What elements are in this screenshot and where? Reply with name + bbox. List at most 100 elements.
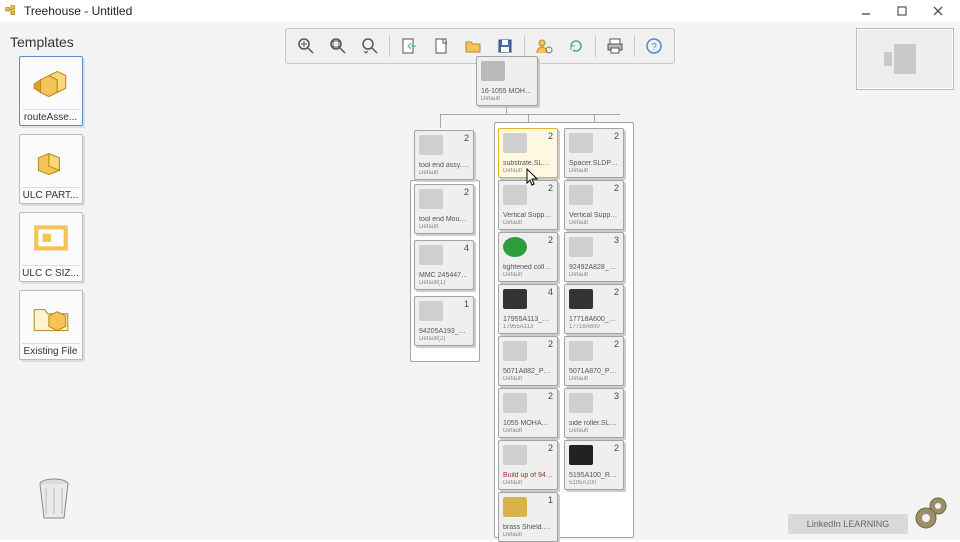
node-part[interactable]: 2 Spacer.SLDPRTDefault bbox=[564, 128, 624, 178]
part-icon bbox=[30, 141, 72, 183]
node-part[interactable]: 2 tool end Mount.SLDPRTDefault bbox=[414, 184, 474, 234]
thumb-icon bbox=[419, 245, 443, 265]
node-part[interactable]: 2 17718A600_ADJUSTABLE FRICTION HINGES..… bbox=[564, 284, 624, 334]
node-name: 94205A193_TIGHT TOLERANCE SOCKET bbox=[419, 328, 469, 336]
node-name: MMC 2454478.SLDPRT bbox=[419, 272, 469, 280]
template-ulc-csize[interactable]: ULC C SIZ... bbox=[19, 212, 83, 282]
thumb-icon bbox=[503, 445, 527, 465]
template-ulc-part[interactable]: ULC PART... bbox=[19, 134, 83, 204]
settings-gear-icon[interactable] bbox=[912, 492, 952, 532]
thumb-icon bbox=[503, 393, 527, 413]
node-config: Default bbox=[419, 170, 469, 177]
node-part[interactable]: 4 17955A113_NARROW PROFILE SCREW M...179… bbox=[498, 284, 558, 334]
node-part[interactable]: 3 side roller.SLDPRTDefault bbox=[564, 388, 624, 438]
node-part[interactable]: 2 substrate.SLDPRTDefault bbox=[498, 128, 558, 178]
node-name: 17718A600_ADJUSTABLE FRICTION HINGES... bbox=[569, 316, 619, 324]
thumb-icon bbox=[503, 237, 527, 257]
thumb-icon bbox=[569, 289, 593, 309]
thumb-icon bbox=[419, 189, 443, 209]
node-config: Default bbox=[569, 376, 619, 383]
node-name: side roller.SLDPRT bbox=[569, 420, 619, 428]
thumb-icon bbox=[569, 185, 593, 205]
node-config: Default bbox=[569, 220, 619, 227]
node-config: Default bbox=[503, 168, 553, 175]
node-name: Spacer.SLDPRT bbox=[569, 160, 619, 168]
node-part[interactable]: 2 5195A100_RECTANGULAR LOAD-RATED N...51… bbox=[564, 440, 624, 490]
node-name: 16-1055 MOHAWK ASSY.sldasm bbox=[481, 88, 533, 96]
node-qty: 3 bbox=[614, 235, 619, 245]
node-name: 17955A113_NARROW PROFILE SCREW M... bbox=[503, 316, 553, 324]
node-part[interactable]: 1 94205A193_TIGHT TOLERANCE SOCKETDefaul… bbox=[414, 296, 474, 346]
template-existing-file[interactable]: Existing File bbox=[19, 290, 83, 360]
thumb-icon bbox=[419, 135, 443, 155]
node-name: 5195A100_RECTANGULAR LOAD-RATED N... bbox=[569, 472, 619, 480]
node-name: 92492A828_TYPE 18-8 SS LOW PROFILE SO... bbox=[569, 264, 619, 272]
node-qty: 2 bbox=[548, 339, 553, 349]
trash-bin[interactable] bbox=[34, 476, 74, 524]
node-qty: 2 bbox=[614, 183, 619, 193]
node-part[interactable]: 4 MMC 2454478.SLDPRTDefault(1) bbox=[414, 240, 474, 290]
thumb-icon bbox=[569, 393, 593, 413]
node-name: tool end Mount.SLDPRT bbox=[419, 216, 469, 224]
node-qty: 1 bbox=[548, 495, 553, 505]
node-config: Default bbox=[503, 428, 553, 435]
tree-canvas[interactable]: 16-1055 MOHAWK ASSY.sldasmDefault 2 tool… bbox=[100, 22, 960, 540]
node-qty: 3 bbox=[614, 391, 619, 401]
template-label: ULC PART... bbox=[22, 187, 80, 201]
thumb-icon bbox=[503, 289, 527, 309]
node-qty: 1 bbox=[464, 299, 469, 309]
node-config: Default bbox=[569, 272, 619, 279]
node-part[interactable]: 2 5071A870_PULL ACTION TOGGLE CL...Defau… bbox=[564, 336, 624, 386]
node-qty: 2 bbox=[614, 131, 619, 141]
node-qty: 2 bbox=[548, 235, 553, 245]
node-qty: 2 bbox=[548, 183, 553, 193]
thumb-icon bbox=[569, 341, 593, 361]
node-subassembly[interactable]: 2 tool end assy.SLDASMDefault bbox=[414, 130, 474, 180]
templates-sidebar: Templates routeAsse... ULC PART... ULC C… bbox=[8, 30, 93, 532]
node-config: 5195A100 bbox=[569, 480, 619, 487]
thumb-icon bbox=[503, 497, 527, 517]
thumb-icon bbox=[569, 237, 593, 257]
template-label: Existing File bbox=[22, 343, 80, 357]
node-name: tightened collar.SLDPRT bbox=[503, 264, 553, 272]
window-close-button[interactable] bbox=[920, 1, 956, 21]
thumb-icon bbox=[569, 445, 593, 465]
node-qty: 4 bbox=[464, 243, 469, 253]
node-qty: 2 bbox=[464, 133, 469, 143]
node-qty: 2 bbox=[614, 443, 619, 453]
node-qty: 2 bbox=[614, 287, 619, 297]
thumb-icon bbox=[569, 133, 593, 153]
thumb-icon bbox=[419, 301, 443, 321]
node-root-assembly[interactable]: 16-1055 MOHAWK ASSY.sldasmDefault bbox=[476, 56, 538, 106]
window-maximize-button[interactable] bbox=[884, 1, 920, 21]
node-qty: 2 bbox=[548, 443, 553, 453]
thumb-icon bbox=[503, 341, 527, 361]
node-part[interactable]: 2 1055 MOHAWK ROLLER.SLDPRTDefault bbox=[498, 388, 558, 438]
assembly-icon bbox=[30, 63, 72, 105]
templates-title: Templates bbox=[10, 34, 91, 50]
folder-part-icon bbox=[30, 297, 72, 339]
node-part[interactable]: 2 5071A882_PULL ACTION TOGGLE CL...Defau… bbox=[498, 336, 558, 386]
node-part[interactable]: 2 Vertical Support Left.SLDPRTDefault bbox=[498, 180, 558, 230]
node-config: Default bbox=[503, 480, 553, 487]
node-qty: 2 bbox=[614, 339, 619, 349]
node-part[interactable]: 2 Vertical Support right.SLDPRTDefault bbox=[564, 180, 624, 230]
thumb-icon bbox=[503, 133, 527, 153]
template-routeassembly[interactable]: routeAsse... bbox=[19, 56, 83, 126]
node-part[interactable]: 3 92492A828_TYPE 18-8 SS LOW PROFILE SO.… bbox=[564, 232, 624, 282]
drawing-icon bbox=[30, 219, 72, 261]
node-qty: 2 bbox=[548, 131, 553, 141]
node-part[interactable]: 1 brass Shield.SLDPRTDefault bbox=[498, 492, 558, 542]
node-part[interactable]: 2 tightened collar.SLDPRTDefault bbox=[498, 232, 558, 282]
node-part[interactable]: 2 Build up of 94748A637_HIGH PR...Defaul… bbox=[498, 440, 558, 490]
window-minimize-button[interactable] bbox=[848, 1, 884, 21]
node-config: Default bbox=[503, 532, 553, 539]
node-name: Vertical Support right.SLDPRT bbox=[569, 212, 619, 220]
node-config: Default bbox=[419, 224, 469, 231]
window-title: Treehouse - Untitled bbox=[24, 4, 132, 18]
node-config: Default bbox=[569, 168, 619, 175]
node-name: Build up of 94748A637_HIGH PR... bbox=[503, 472, 553, 480]
node-config: Default(2) bbox=[419, 336, 469, 343]
node-config: Default bbox=[481, 96, 533, 103]
node-name: tool end assy.SLDASM bbox=[419, 162, 469, 170]
